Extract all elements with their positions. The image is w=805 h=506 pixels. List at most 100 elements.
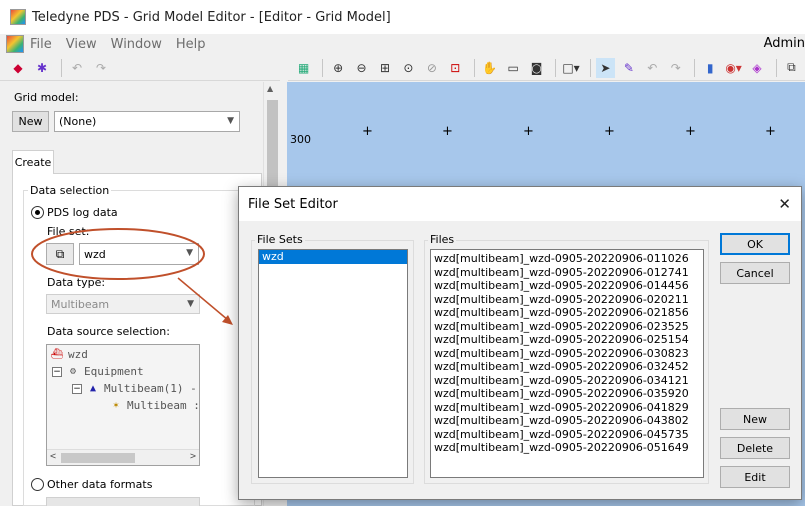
grid-model-label: Grid model:: [14, 91, 79, 104]
scroll-thumb[interactable]: [61, 453, 135, 463]
pan-hand-icon[interactable]: ✋: [480, 58, 499, 78]
redo-map-icon[interactable]: ↷: [666, 58, 685, 78]
grid-model-value: (None): [59, 115, 97, 128]
file-item[interactable]: wzd[multibeam]_wzd-0905-20220906-020211: [431, 293, 703, 307]
color-scale-icon[interactable]: ▮: [700, 58, 719, 78]
tab-create[interactable]: Create: [12, 150, 54, 174]
document-icon[interactable]: [6, 35, 24, 53]
file-item[interactable]: wzd[multibeam]_wzd-0905-20220906-045735: [431, 428, 703, 442]
data-type-select[interactable]: Multibeam ▼: [46, 294, 200, 314]
file-item[interactable]: wzd[multibeam]_wzd-0905-20220906-021856: [431, 306, 703, 320]
menu-window[interactable]: Window: [111, 37, 162, 52]
zoom-extent-icon[interactable]: ⊞: [375, 58, 394, 78]
file-item[interactable]: wzd[multibeam]_wzd-0905-20220906-043802: [431, 414, 703, 428]
file-set-editor-button[interactable]: ⧉: [46, 243, 74, 265]
file-item[interactable]: wzd[multibeam]_wzd-0905-20220906-012741: [431, 266, 703, 280]
rectangle-dropdown-icon[interactable]: □▾: [561, 58, 580, 78]
file-item[interactable]: wzd[multibeam]_wzd-0905-20220906-041829: [431, 401, 703, 415]
zoom-out-icon[interactable]: ⊖: [352, 58, 371, 78]
scroll-left-icon[interactable]: <: [50, 451, 56, 462]
toolbar-separator: [474, 58, 475, 77]
data-source-tree[interactable]: ⛴ wzd − ⚙ Equipment − ▲ Multibeam(1) - ✶…: [46, 344, 200, 466]
menu-file[interactable]: File: [30, 37, 52, 52]
pds-log-data-label: PDS log data: [47, 206, 118, 219]
file-item[interactable]: wzd[multibeam]_wzd-0905-20220906-011026: [431, 252, 703, 266]
grid-model-select[interactable]: (None) ▼: [54, 111, 240, 132]
tree-node-root[interactable]: ⛴ wzd: [50, 348, 88, 361]
chevron-down-icon: ▼: [187, 299, 194, 309]
redo-icon[interactable]: ↷: [91, 58, 111, 78]
tree-multibeam-item-label: Multibeam :: [127, 399, 200, 412]
file-item[interactable]: wzd[multibeam]_wzd-0905-20220906-014456: [431, 279, 703, 293]
scroll-right-icon[interactable]: >: [190, 451, 196, 462]
tree-node-multibeam-group[interactable]: − ▲ Multibeam(1) -: [72, 382, 197, 395]
select-arrow-icon[interactable]: ➤: [595, 57, 616, 78]
pds-log-data-radio[interactable]: [31, 206, 44, 219]
grid-marker: +: [765, 124, 776, 139]
file-item[interactable]: wzd[multibeam]_wzd-0905-20220906-023525: [431, 320, 703, 334]
delete-file-set-button[interactable]: Delete: [720, 437, 790, 459]
window-title: Teledyne PDS - Grid Model Editor - [Edit…: [32, 9, 391, 25]
vessel-icon: ⛴: [50, 349, 64, 360]
other-data-formats-radio[interactable]: [31, 478, 44, 491]
tree-node-equipment[interactable]: − ⚙ Equipment: [52, 365, 144, 378]
file-sets-label: File Sets: [255, 233, 305, 246]
file-item[interactable]: wzd[multibeam]_wzd-0905-20220906-032452: [431, 360, 703, 374]
file-item[interactable]: wzd[multibeam]_wzd-0905-20220906-025154: [431, 333, 703, 347]
file-item[interactable]: wzd[multibeam]_wzd-0905-20220906-051649: [431, 441, 703, 455]
chevron-down-icon: ▼: [186, 248, 193, 258]
file-item[interactable]: wzd[multibeam]_wzd-0905-20220906-030823: [431, 347, 703, 361]
new-grid-model-button[interactable]: New: [12, 111, 49, 132]
file-set-select[interactable]: wzd ▼: [79, 243, 199, 265]
file-item[interactable]: wzd[multibeam]_wzd-0905-20220906-035920: [431, 387, 703, 401]
undo-map-icon[interactable]: ↶: [643, 58, 662, 78]
shading-icon[interactable]: ◈: [747, 58, 766, 78]
palette-dropdown-icon[interactable]: ◉▾: [724, 58, 743, 78]
tree-node-multibeam-item[interactable]: ✶ Multibeam :: [109, 399, 200, 412]
layers-icon[interactable]: ▦: [294, 58, 313, 78]
file-set-editor-dialog: File Set Editor ✕ File Sets wzd Files wz…: [238, 186, 802, 500]
file-sets-list[interactable]: wzd: [258, 249, 408, 478]
menu-help[interactable]: Help: [176, 37, 206, 52]
measure-icon[interactable]: ▭: [503, 58, 522, 78]
zoom-in-icon[interactable]: ⊕: [328, 58, 347, 78]
files-list[interactable]: wzd[multibeam]_wzd-0905-20220906-011026 w…: [430, 249, 704, 478]
ok-button[interactable]: OK: [720, 233, 790, 255]
zoom-previous-icon[interactable]: ⊘: [422, 58, 441, 78]
tree-multibeam-group-label: Multibeam(1) -: [104, 382, 197, 395]
file-item[interactable]: wzd[multibeam]_wzd-0905-20220906-034121: [431, 374, 703, 388]
camera-icon[interactable]: ◙: [527, 58, 546, 78]
equipment-icon: ⚙: [69, 366, 77, 377]
file-set-label: File set:: [47, 225, 90, 238]
undo-icon[interactable]: ↶: [67, 58, 87, 78]
copy-icon[interactable]: ⧉: [782, 58, 801, 78]
color-edit-icon[interactable]: ✱: [32, 58, 52, 78]
close-icon[interactable]: ✕: [778, 195, 791, 213]
tree-horizontal-scrollbar[interactable]: < >: [47, 449, 199, 465]
title-bar: Teledyne PDS - Grid Model Editor - [Edit…: [0, 0, 805, 34]
toolbar-separator: [775, 58, 777, 77]
data-source-label: Data source selection:: [47, 325, 170, 338]
new-file-set-button[interactable]: New: [720, 408, 790, 430]
grid-marker: +: [362, 124, 373, 139]
color-palette-icon[interactable]: ◆: [8, 58, 28, 78]
user-name: Admin: [763, 36, 805, 51]
cancel-button[interactable]: Cancel: [720, 262, 790, 284]
menu-view[interactable]: View: [66, 37, 97, 52]
data-type-label: Data type:: [47, 276, 106, 289]
file-set-item[interactable]: wzd: [259, 250, 407, 264]
scroll-up-icon[interactable]: ▲: [267, 84, 273, 93]
zoom-select-icon[interactable]: ⊡: [446, 58, 465, 78]
collapse-icon[interactable]: −: [52, 366, 62, 377]
sonar-icon: ✶: [112, 400, 120, 411]
menu-bar: File View Window Help Admin: [0, 34, 805, 54]
left-toolbar: ◆ ✱ ↶ ↷: [0, 55, 280, 81]
multibeam-icon: ▲: [89, 383, 97, 394]
data-selection-label: Data selection: [28, 184, 112, 197]
edit-file-set-button[interactable]: Edit: [720, 466, 790, 488]
data-selection-button[interactable]: [46, 497, 200, 506]
zoom-window-icon[interactable]: ⊙: [399, 58, 418, 78]
collapse-icon[interactable]: −: [72, 383, 82, 394]
chevron-down-icon: ▼: [227, 116, 234, 126]
edit-points-icon[interactable]: ✎: [619, 58, 638, 78]
